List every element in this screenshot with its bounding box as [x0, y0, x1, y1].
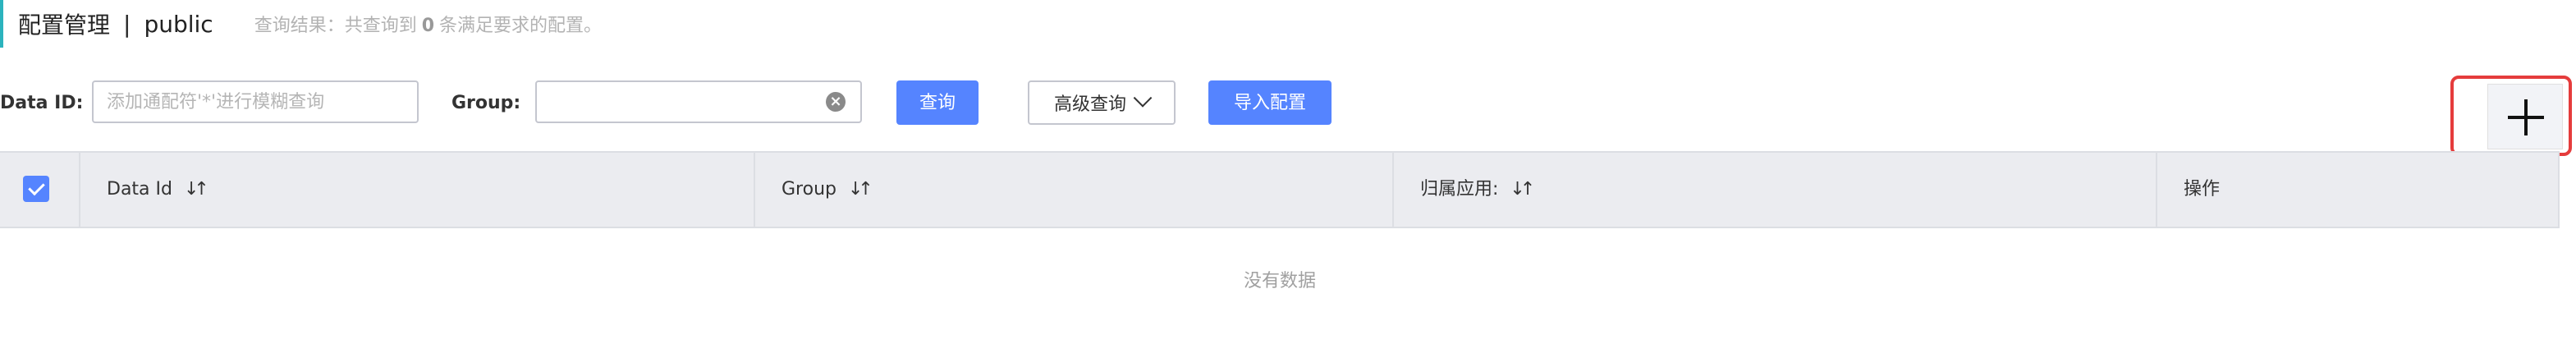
group-label: Group: — [451, 93, 521, 113]
query-button[interactable]: 查询 — [896, 80, 979, 125]
add-config-button[interactable] — [2487, 84, 2563, 149]
table-header: Data Id ↓↑ Group ↓↑ 归属应用: ↓↑ 操作 — [0, 151, 2560, 228]
clear-icon[interactable]: × — [826, 92, 846, 112]
page-title: 配置管理 — [18, 11, 111, 39]
query-result-suffix: 条满足要求的配置。 — [439, 16, 603, 36]
header-accent-bar — [0, 0, 3, 48]
table-body: 没有数据 — [0, 228, 2560, 358]
advanced-query-button[interactable]: 高级查询 — [1028, 80, 1176, 125]
query-result-count: 0 — [421, 16, 435, 36]
query-result-prefix: 查询结果：共查询到 — [254, 16, 417, 36]
data-id-input[interactable] — [92, 80, 419, 123]
select-all-checkbox[interactable] — [23, 176, 49, 202]
namespace-label: public — [144, 10, 213, 38]
config-table: Data Id ↓↑ Group ↓↑ 归属应用: ↓↑ 操作 没有数据 — [0, 151, 2560, 358]
column-label: 归属应用: — [1420, 179, 1499, 200]
filter-bar: Data ID: Group: × 查询 高级查询 导入配置 — [0, 80, 1396, 126]
chevron-down-icon — [1133, 89, 1153, 108]
column-header-group[interactable]: Group ↓↑ — [755, 153, 1394, 227]
column-header-actions: 操作 — [2157, 153, 2560, 227]
select-all-column — [0, 153, 80, 227]
sort-icon[interactable]: ↓↑ — [1510, 153, 1535, 227]
page-header: 配置管理 | public 查询结果：共查询到 0 条满足要求的配置。 — [18, 7, 602, 41]
config-management-page: 配置管理 | public 查询结果：共查询到 0 条满足要求的配置。 Data I… — [0, 0, 2576, 358]
advanced-query-label: 高级查询 — [1053, 94, 1126, 115]
column-header-app[interactable]: 归属应用: ↓↑ — [1394, 153, 2157, 227]
column-header-data-id[interactable]: Data Id ↓↑ — [80, 153, 755, 227]
sort-icon[interactable]: ↓↑ — [848, 153, 873, 227]
sort-icon[interactable]: ↓↑ — [184, 153, 209, 227]
column-label: Group — [782, 179, 837, 200]
column-label: Data Id — [107, 179, 172, 200]
column-label: 操作 — [2184, 179, 2221, 200]
title-separator: | — [123, 10, 131, 38]
plus-icon-vertical — [2524, 99, 2528, 135]
import-config-button[interactable]: 导入配置 — [1208, 80, 1332, 125]
group-input[interactable] — [535, 80, 862, 123]
empty-state-text: 没有数据 — [1243, 271, 1316, 291]
query-result-text: 查询结果：共查询到 0 条满足要求的配置。 — [254, 11, 602, 37]
data-id-label: Data ID: — [0, 93, 84, 113]
